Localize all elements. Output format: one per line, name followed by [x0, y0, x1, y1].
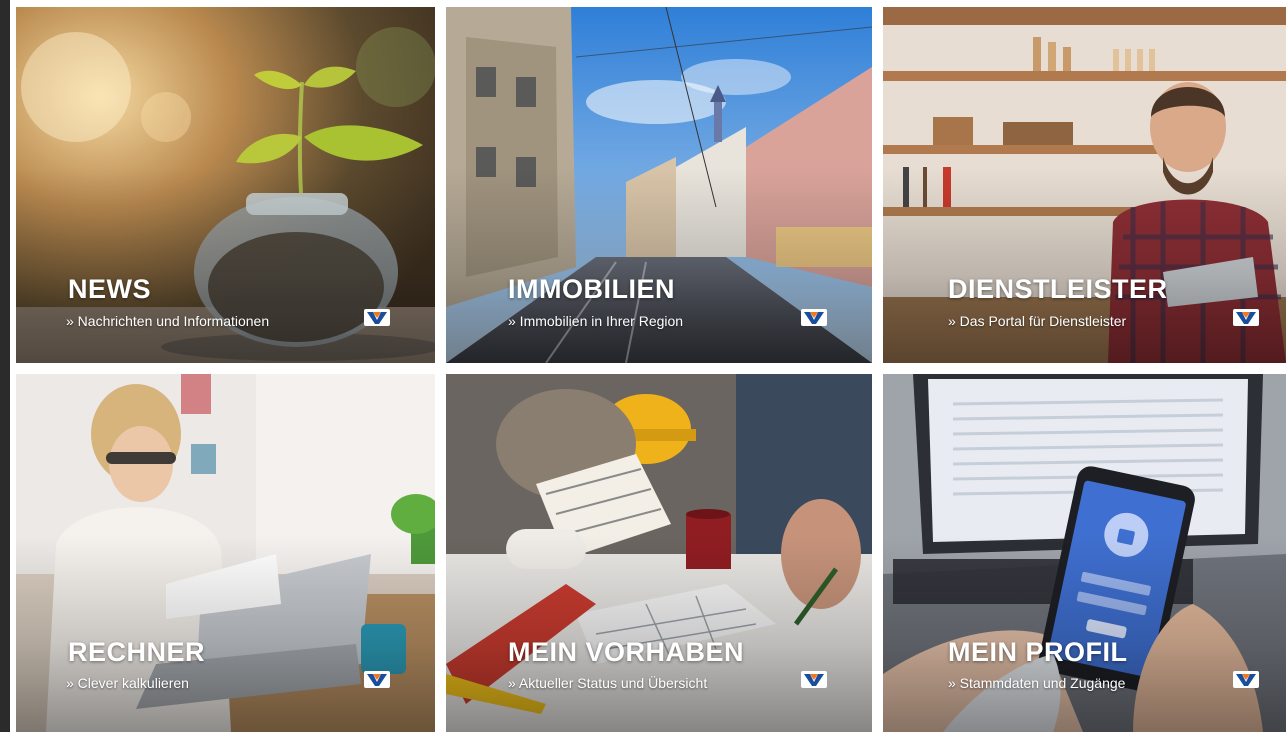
- tile-subtitle[interactable]: » Clever kalkulieren: [66, 675, 189, 691]
- tile-subtitle[interactable]: » Nachrichten und Informationen: [66, 313, 269, 329]
- tile-shade: [446, 535, 872, 732]
- tile-subtitle[interactable]: » Stammdaten und Zugänge: [948, 675, 1125, 691]
- tile-title: IMMOBILIEN: [508, 274, 675, 304]
- tile-shade: [883, 167, 1286, 363]
- tile-immobilien[interactable]: IMMOBILIEN » Immobilien in Ihrer Region: [446, 7, 872, 363]
- tile-title: MEIN PROFIL: [948, 637, 1128, 667]
- tile-dienstleister[interactable]: DIENSTLEISTER » Das Portal für Dienstlei…: [883, 7, 1286, 363]
- tile-subtitle[interactable]: » Das Portal für Dienstleister: [948, 313, 1126, 329]
- tile-shade: [16, 167, 435, 363]
- tile-title: DIENSTLEISTER: [948, 274, 1168, 304]
- volksbank-logo-icon: [801, 671, 827, 688]
- volksbank-logo-icon: [364, 309, 390, 326]
- volksbank-logo-icon: [1233, 309, 1259, 326]
- tile-subtitle[interactable]: » Immobilien in Ihrer Region: [508, 313, 683, 329]
- volksbank-logo-icon: [801, 309, 827, 326]
- tile-mein-profil[interactable]: MEIN PROFIL » Stammdaten und Zugänge: [883, 374, 1286, 732]
- tile-title: RECHNER: [68, 637, 206, 667]
- tile-title: MEIN VORHABEN: [508, 637, 745, 667]
- volksbank-logo-icon: [1233, 671, 1259, 688]
- volksbank-logo-icon: [364, 671, 390, 688]
- tile-rechner[interactable]: RECHNER » Clever kalkulieren: [16, 374, 435, 732]
- tile-mein-vorhaben[interactable]: MEIN VORHABEN » Aktueller Status und Übe…: [446, 374, 872, 732]
- tile-news[interactable]: NEWS » Nachrichten und Informationen: [16, 7, 435, 363]
- tile-shade: [446, 167, 872, 363]
- tile-grid: NEWS » Nachrichten und Informationen IMM…: [0, 0, 1286, 732]
- tile-shade: [16, 535, 435, 732]
- tile-title: NEWS: [68, 274, 151, 304]
- tile-subtitle[interactable]: » Aktueller Status und Übersicht: [508, 675, 707, 691]
- tile-shade: [883, 535, 1286, 732]
